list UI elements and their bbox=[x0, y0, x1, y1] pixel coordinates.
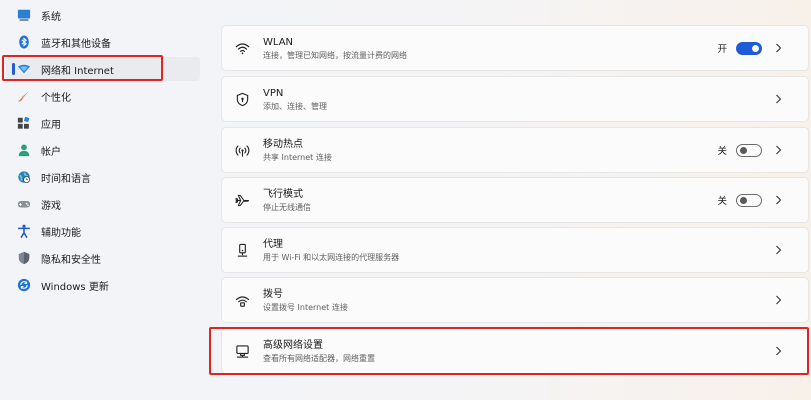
sidebar-item-network[interactable]: 网络和 Internet bbox=[6, 57, 200, 81]
sidebar-item-label: 隐私和安全性 bbox=[41, 254, 101, 266]
gamepad-icon bbox=[16, 196, 32, 212]
setting-title: 飞行模式 bbox=[263, 188, 303, 200]
wifi-diamond-icon bbox=[16, 61, 32, 77]
chevron-right-icon bbox=[774, 245, 782, 255]
sidebar-item-privacy[interactable]: 隐私和安全性 bbox=[6, 246, 200, 270]
chevron-right-icon bbox=[774, 195, 782, 205]
dialup-icon bbox=[233, 291, 251, 309]
chevron-right-icon bbox=[774, 346, 782, 356]
wlan-toggle[interactable] bbox=[736, 41, 762, 55]
network-pc-icon bbox=[233, 342, 251, 360]
toggle-state-label: 开 bbox=[717, 44, 727, 55]
setting-title: 拨号 bbox=[263, 288, 283, 300]
toggle-state-label: 关 bbox=[717, 146, 727, 157]
vpn-shield-icon bbox=[233, 90, 251, 108]
sidebar-item-bluetooth[interactable]: 蓝牙和其他设备 bbox=[6, 30, 200, 54]
sync-icon bbox=[16, 277, 32, 293]
shield-icon bbox=[16, 250, 32, 266]
setting-card-airplane-mode[interactable]: 飞行模式 停止无线通信 关 bbox=[221, 177, 809, 223]
accessibility-icon bbox=[16, 223, 32, 239]
sidebar-item-accessibility[interactable]: 辅助功能 bbox=[6, 219, 200, 243]
sidebar-item-label: 系统 bbox=[41, 11, 61, 23]
sidebar-item-label: Windows 更新 bbox=[41, 281, 109, 293]
sidebar-item-label: 游戏 bbox=[41, 200, 61, 212]
hotspot-toggle[interactable] bbox=[736, 143, 762, 157]
wifi-icon bbox=[233, 39, 251, 57]
sidebar-item-apps[interactable]: 应用 bbox=[6, 111, 200, 135]
airplane-icon bbox=[233, 191, 251, 209]
sidebar: 系统 蓝牙和其他设备 网络和 Internet 个性化 应用 帐户 时间和语言 … bbox=[0, 0, 205, 400]
sidebar-item-windows-update[interactable]: Windows 更新 bbox=[6, 273, 200, 297]
setting-title: WLAN bbox=[263, 36, 294, 48]
globe-clock-icon bbox=[16, 169, 32, 185]
setting-card-wlan[interactable]: WLAN 连接，管理已知网络，按流量计费的网络 开 bbox=[221, 25, 809, 71]
sidebar-item-label: 应用 bbox=[41, 119, 61, 131]
setting-subtitle: 添加、连接、管理 bbox=[263, 101, 327, 111]
chevron-right-icon bbox=[774, 295, 782, 305]
person-icon bbox=[16, 142, 32, 158]
sidebar-item-personalization[interactable]: 个性化 bbox=[6, 84, 200, 108]
setting-subtitle: 设置拨号 Internet 连接 bbox=[263, 302, 348, 312]
setting-card-dialup[interactable]: 拨号 设置拨号 Internet 连接 bbox=[221, 277, 809, 323]
sidebar-item-label: 个性化 bbox=[41, 92, 71, 104]
brush-icon bbox=[16, 88, 32, 104]
chevron-right-icon bbox=[774, 43, 782, 53]
chevron-right-icon bbox=[774, 145, 782, 155]
bluetooth-icon bbox=[16, 34, 32, 50]
setting-card-proxy[interactable]: 代理 用于 Wi-Fi 和以太网连接的代理服务器 bbox=[221, 227, 809, 273]
active-indicator bbox=[12, 63, 15, 75]
apps-icon bbox=[16, 115, 32, 131]
monitor-icon bbox=[16, 7, 32, 23]
setting-subtitle: 停止无线通信 bbox=[263, 202, 311, 212]
setting-subtitle: 用于 Wi-Fi 和以太网连接的代理服务器 bbox=[263, 252, 400, 262]
proxy-icon bbox=[233, 241, 251, 259]
sidebar-item-system[interactable]: 系统 bbox=[6, 3, 200, 27]
sidebar-item-accounts[interactable]: 帐户 bbox=[6, 138, 200, 162]
setting-title: 移动热点 bbox=[263, 138, 303, 150]
sidebar-item-label: 时间和语言 bbox=[41, 173, 91, 185]
hotspot-icon bbox=[233, 141, 251, 159]
toggle-state-label: 关 bbox=[717, 196, 727, 207]
setting-subtitle: 共享 Internet 连接 bbox=[263, 152, 332, 162]
setting-subtitle: 查看所有网络适配器，网络重置 bbox=[263, 353, 375, 363]
chevron-right-icon bbox=[774, 94, 782, 104]
sidebar-item-label: 辅助功能 bbox=[41, 227, 81, 239]
setting-title: 高级网络设置 bbox=[263, 339, 323, 351]
setting-card-hotspot[interactable]: 移动热点 共享 Internet 连接 关 bbox=[221, 127, 809, 173]
sidebar-item-gaming[interactable]: 游戏 bbox=[6, 192, 200, 216]
setting-card-vpn[interactable]: VPN 添加、连接、管理 bbox=[221, 76, 809, 122]
airplane-mode-toggle[interactable] bbox=[736, 193, 762, 207]
setting-title: VPN bbox=[263, 87, 284, 99]
setting-title: 代理 bbox=[263, 238, 283, 250]
sidebar-item-label: 帐户 bbox=[41, 146, 61, 158]
setting-card-advanced-network[interactable]: 高级网络设置 查看所有网络适配器，网络重置 bbox=[221, 328, 809, 374]
setting-subtitle: 连接，管理已知网络，按流量计费的网络 bbox=[263, 50, 407, 60]
sidebar-item-label: 网络和 Internet bbox=[41, 65, 114, 77]
sidebar-item-time-language[interactable]: 时间和语言 bbox=[6, 165, 200, 189]
sidebar-item-label: 蓝牙和其他设备 bbox=[41, 38, 111, 50]
